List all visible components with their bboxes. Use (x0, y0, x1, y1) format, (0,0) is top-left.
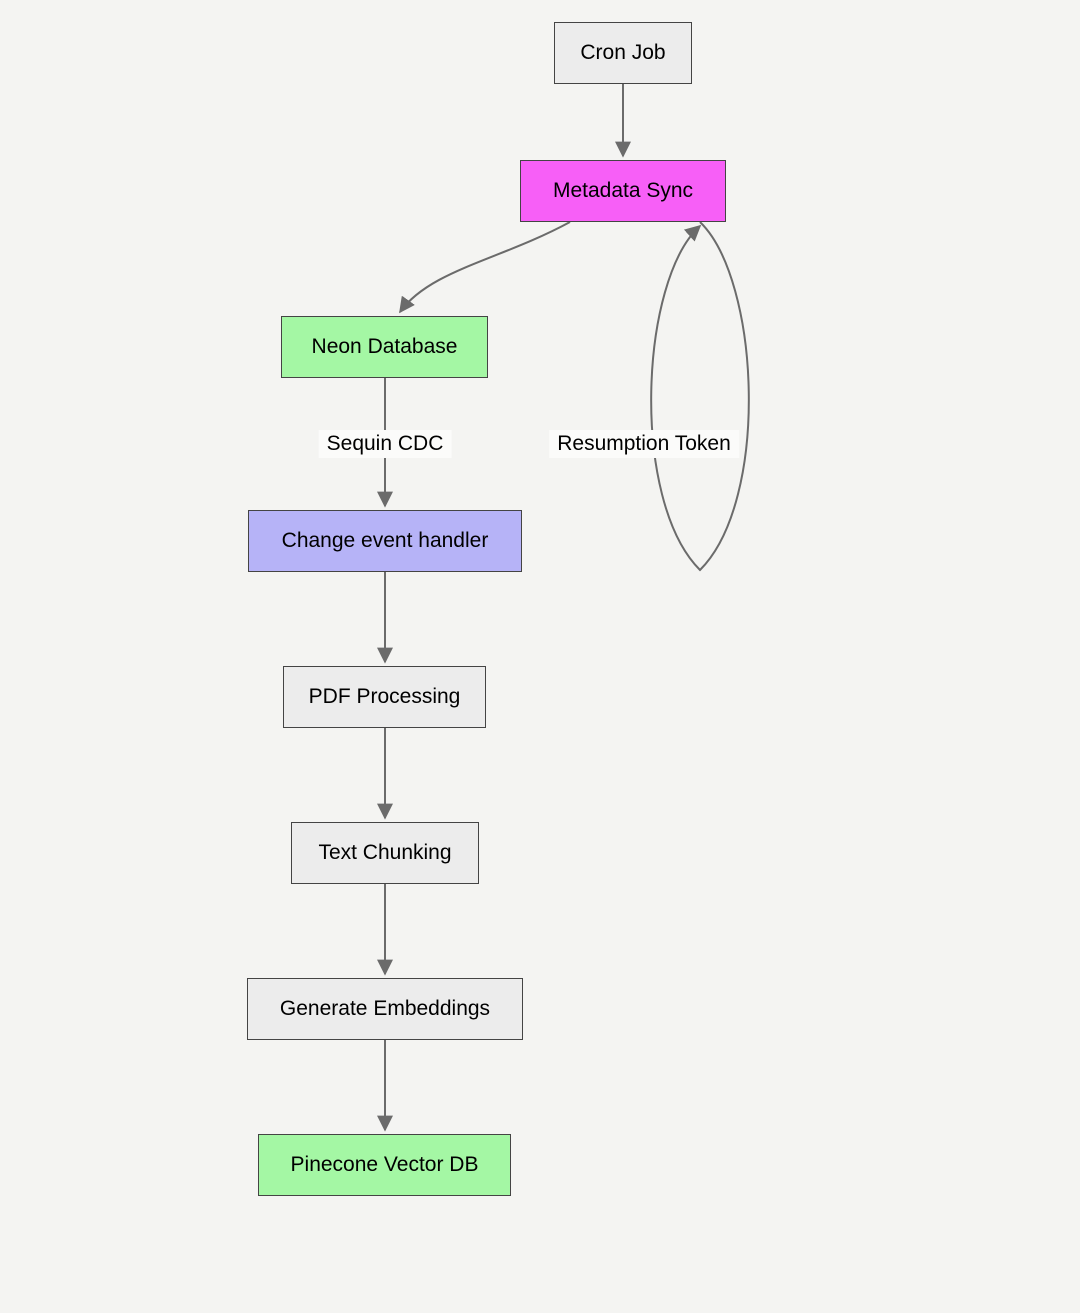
node-label: Pinecone Vector DB (291, 1152, 479, 1178)
node-metadata-sync: Metadata Sync (520, 160, 726, 222)
node-label: Text Chunking (318, 840, 451, 866)
diagram-canvas: Cron Job Metadata Sync Neon Database Cha… (0, 0, 1080, 1313)
edge-sync-to-neon (400, 222, 570, 312)
edge-label-text: Resumption Token (557, 432, 731, 455)
edge-label-text: Sequin CDC (327, 432, 444, 455)
node-pinecone-vector-db: Pinecone Vector DB (258, 1134, 511, 1196)
node-label: Neon Database (312, 334, 458, 360)
node-cron-job: Cron Job (554, 22, 692, 84)
node-pdf-processing: PDF Processing (283, 666, 486, 728)
edge-label-resumption-token: Resumption Token (549, 430, 739, 458)
edge-label-sequin-cdc: Sequin CDC (319, 430, 452, 458)
node-label: Cron Job (580, 40, 665, 66)
node-label: Generate Embeddings (280, 996, 490, 1022)
edge-resumption-loop (651, 222, 749, 570)
node-label: Change event handler (282, 528, 489, 554)
node-label: Metadata Sync (553, 178, 693, 204)
node-generate-embeddings: Generate Embeddings (247, 978, 523, 1040)
node-neon-database: Neon Database (281, 316, 488, 378)
node-change-event-handler: Change event handler (248, 510, 522, 572)
node-text-chunking: Text Chunking (291, 822, 479, 884)
node-label: PDF Processing (309, 684, 461, 710)
